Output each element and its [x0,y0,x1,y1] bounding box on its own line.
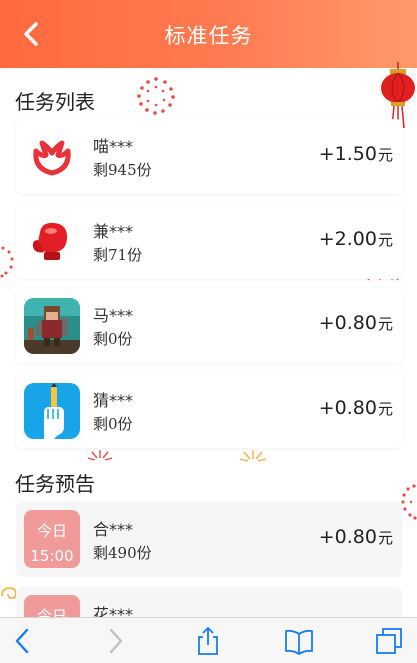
reward-amount: +2.00 [318,228,377,250]
task-card[interactable]: 猜*** 剩0份 +0.80元 [16,373,402,448]
reward-amount: +0.80 [318,312,377,334]
nav-header: 标准任务 [0,0,417,68]
share-button[interactable] [193,626,223,656]
preview-name: 合*** [93,520,134,539]
task-reward: +0.80元 [319,397,393,419]
reward-unit: 元 [377,529,393,547]
preview-reward: +0.80元 [319,526,393,548]
reward-amount: +0.80 [318,397,377,419]
reward-amount: +0.80 [318,526,377,548]
forward-arrow-icon [109,628,123,654]
task-remaining: 剩0份 [93,415,133,433]
reward-unit: 元 [377,146,393,164]
bookmarks-icon [285,629,313,655]
page-title: 标准任务 [164,24,253,48]
task-reward: +1.50元 [319,143,393,165]
preview-remaining: 剩490份 [93,544,152,562]
task-card[interactable]: 喵*** 剩945份 +1.50元 [16,119,402,194]
tabs-button[interactable] [374,626,404,656]
task-remaining: 剩71份 [93,246,143,264]
task-card[interactable]: 兼*** 剩71份 +2.00元 [16,204,402,279]
firework-decoration-icon [240,450,266,462]
red-flower-logo-icon [24,129,80,185]
preview-card[interactable]: 今日 15:00 合*** 剩490份 +0.80元 [16,502,402,577]
firework-decoration-icon [0,246,14,278]
boxing-glove-icon [24,214,80,270]
badge-time: 15:00 [30,547,74,565]
section-title-task-list: 任务列表 [15,90,95,114]
task-reward: +2.00元 [319,228,393,250]
task-name: 猜*** [93,391,134,410]
task-name: 马*** [93,306,134,325]
reward-unit: 元 [377,400,393,418]
task-name: 兼*** [93,222,134,241]
firework-decoration-icon [137,77,175,115]
hand-pencil-icon [24,383,80,439]
firework-decoration-icon [401,484,417,520]
task-card[interactable]: 马*** 剩0份 +0.80元 [16,288,402,363]
task-remaining: 剩0份 [93,330,133,348]
browser-toolbar [0,617,417,663]
task-name: 喵*** [93,137,134,156]
bookmarks-button[interactable] [284,626,314,656]
reward-amount: +1.50 [318,143,377,165]
share-icon [198,626,218,655]
release-time-badge: 今日 15:00 [24,510,80,568]
task-remaining: 剩945份 [93,161,152,179]
firework-decoration-icon [88,450,112,461]
browser-forward-button[interactable] [100,626,130,656]
section-title-task-preview: 任务预告 [15,472,95,496]
badge-day: 今日 [36,522,67,540]
pixel-game-character-icon [24,298,80,354]
tabs-icon [376,628,402,654]
task-reward: +0.80元 [319,312,393,334]
reward-unit: 元 [377,315,393,333]
browser-back-button[interactable] [8,626,38,656]
back-arrow-icon [15,628,29,654]
reward-unit: 元 [377,231,393,249]
